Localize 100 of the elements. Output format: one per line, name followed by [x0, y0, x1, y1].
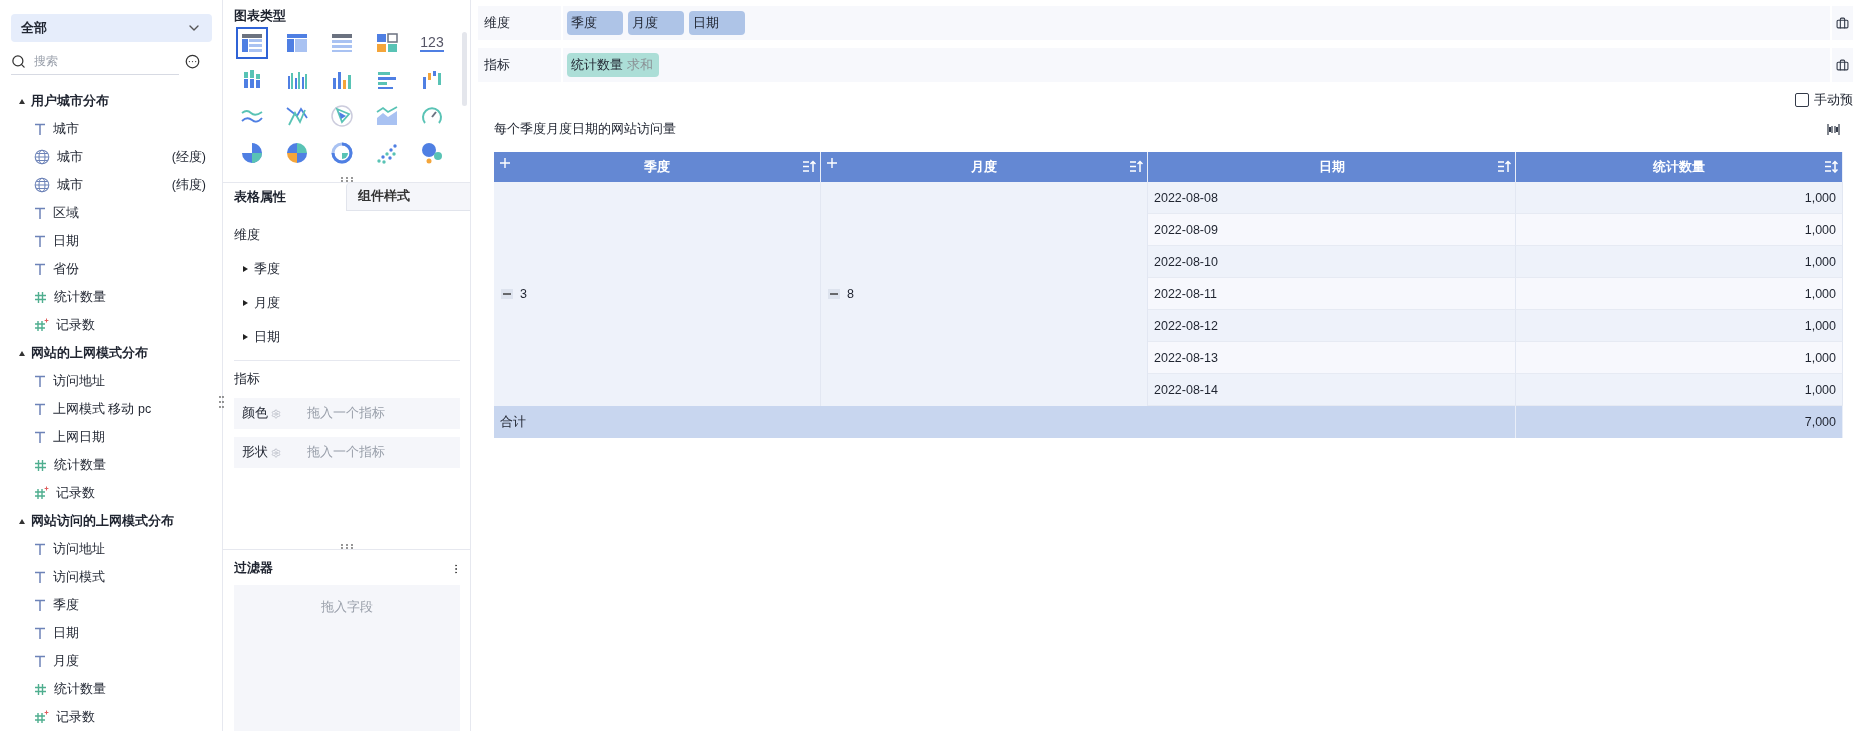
- expand-button[interactable]: [500, 158, 510, 168]
- field-item[interactable]: 统计数量: [11, 283, 212, 311]
- field-item[interactable]: 城市 (经度): [11, 143, 212, 171]
- field-item[interactable]: 上网日期: [11, 423, 212, 451]
- table-title: 每个季度月度日期的网站访问量: [494, 120, 676, 138]
- scrollbar[interactable]: [462, 32, 467, 106]
- panel-title: 图表类型: [233, 8, 287, 25]
- collapse-button[interactable]: [501, 289, 513, 299]
- field-item[interactable]: 季度: [11, 591, 212, 619]
- source-dropdown[interactable]: 全部: [11, 14, 212, 42]
- count-type-icon: [34, 710, 49, 724]
- field-item[interactable]: 访问地址: [11, 535, 212, 563]
- collapse-button[interactable]: [828, 289, 840, 299]
- text-type-icon: [34, 654, 46, 668]
- drag-handle-icon[interactable]: [340, 177, 353, 182]
- field-name: 记录数: [56, 316, 95, 334]
- sort-icon: [802, 160, 816, 173]
- field-chip[interactable]: 月度: [628, 11, 684, 35]
- briefcase-icon[interactable]: [1836, 16, 1849, 30]
- field-item[interactable]: 记录数: [11, 311, 212, 339]
- field-item[interactable]: 日期: [11, 619, 212, 647]
- table-cell: 1,000: [1516, 374, 1843, 406]
- field-item[interactable]: 统计数量: [11, 675, 212, 703]
- sort-icon: [1497, 160, 1511, 173]
- text-type-icon: [34, 430, 46, 444]
- sort-button[interactable]: [1824, 160, 1838, 173]
- sort-button[interactable]: [1129, 160, 1143, 173]
- field-name: 记录数: [56, 708, 95, 726]
- table-cell: 2022-08-10: [1148, 246, 1516, 278]
- table-cell: 1,000: [1516, 246, 1843, 278]
- text-type-icon: [34, 542, 46, 556]
- table-cell: 1,000: [1516, 182, 1843, 214]
- column-header[interactable]: 统计数量: [1516, 152, 1843, 182]
- dataset-header[interactable]: 用户城市分布: [11, 87, 212, 115]
- drag-handle-icon[interactable]: [219, 396, 224, 408]
- columns-icon[interactable]: [1827, 123, 1840, 135]
- dimension-item[interactable]: 月度: [223, 286, 470, 320]
- table-cell: 2022-08-13: [1148, 342, 1516, 374]
- field-suffix: (纬度): [171, 176, 206, 194]
- dataset-header[interactable]: 网站的上网模式分布: [11, 339, 212, 367]
- dimension-item[interactable]: 季度: [223, 252, 470, 286]
- more-icon[interactable]: [185, 54, 200, 69]
- field-item[interactable]: 访问地址: [11, 367, 212, 395]
- globe-icon: [34, 149, 50, 165]
- column-header[interactable]: 季度: [494, 152, 821, 182]
- field-item[interactable]: 访问模式: [11, 563, 212, 591]
- field-item[interactable]: 统计数量: [11, 451, 212, 479]
- checkbox-label: 手动预: [1814, 91, 1853, 109]
- table-cell: 1,000: [1516, 342, 1843, 374]
- chart-type-button[interactable]: [236, 27, 268, 59]
- bubble-chart-icon: [420, 140, 444, 165]
- checkbox[interactable]: [1795, 93, 1809, 107]
- briefcase-icon[interactable]: [1836, 58, 1849, 72]
- property-tab[interactable]: 组件样式: [346, 183, 470, 211]
- field-item[interactable]: 区域: [11, 199, 212, 227]
- search-field[interactable]: 搜索: [32, 53, 156, 69]
- field-item[interactable]: 记录数: [11, 703, 212, 731]
- plus-icon: [500, 158, 510, 168]
- sort-button[interactable]: [802, 160, 816, 173]
- field-item[interactable]: 月度: [11, 647, 212, 675]
- search-icon: [11, 53, 26, 69]
- field-item[interactable]: 上网模式 移动 pc: [11, 395, 212, 423]
- expand-button[interactable]: [827, 158, 837, 168]
- count-type-icon: [34, 486, 49, 500]
- field-item[interactable]: 城市 (纬度): [11, 171, 212, 199]
- detail-table-icon: [330, 31, 354, 55]
- table-cell: 1,000: [1516, 278, 1843, 310]
- field-name: 省份: [53, 260, 79, 278]
- radar-chart-icon: [330, 104, 354, 128]
- field-name: 日期: [53, 232, 79, 250]
- table-cell: 2022-08-08: [1148, 182, 1516, 214]
- total-cell: 7,000: [1516, 406, 1843, 438]
- field-item[interactable]: 城市: [11, 115, 212, 143]
- field-item[interactable]: 省份: [11, 255, 212, 283]
- field-item[interactable]: 记录数: [11, 479, 212, 507]
- field-name: 统计数量: [54, 456, 106, 474]
- text-type-icon: [34, 598, 46, 612]
- field-name: 季度: [53, 596, 79, 614]
- field-item[interactable]: 日期: [11, 227, 212, 255]
- card-grid-icon: [375, 31, 399, 55]
- section-title: 维度: [233, 227, 261, 244]
- sort-button[interactable]: [1497, 160, 1511, 173]
- field-name: 日期: [53, 624, 79, 642]
- dimension-item[interactable]: 日期: [223, 320, 470, 354]
- field-chip[interactable]: 统计数量 求和: [567, 53, 659, 77]
- field-name: 记录数: [56, 484, 95, 502]
- minus-icon: [830, 293, 838, 295]
- sort-icon: [1824, 160, 1838, 173]
- column-header[interactable]: 月度: [821, 152, 1148, 182]
- text-type-icon: [34, 206, 46, 220]
- field-name: 统计数量: [54, 680, 106, 698]
- drag-handle-icon[interactable]: [340, 544, 353, 549]
- table-cell: 2022-08-11: [1148, 278, 1516, 310]
- text-type-icon: [34, 402, 46, 416]
- column-header[interactable]: 日期: [1148, 152, 1516, 182]
- donut-chart-icon: [330, 140, 354, 165]
- field-chip[interactable]: 日期: [689, 11, 745, 35]
- dataset-header[interactable]: 网站访问的上网模式分布: [11, 507, 212, 535]
- shelf-label: 指标: [484, 56, 510, 74]
- field-chip[interactable]: 季度: [567, 11, 623, 35]
